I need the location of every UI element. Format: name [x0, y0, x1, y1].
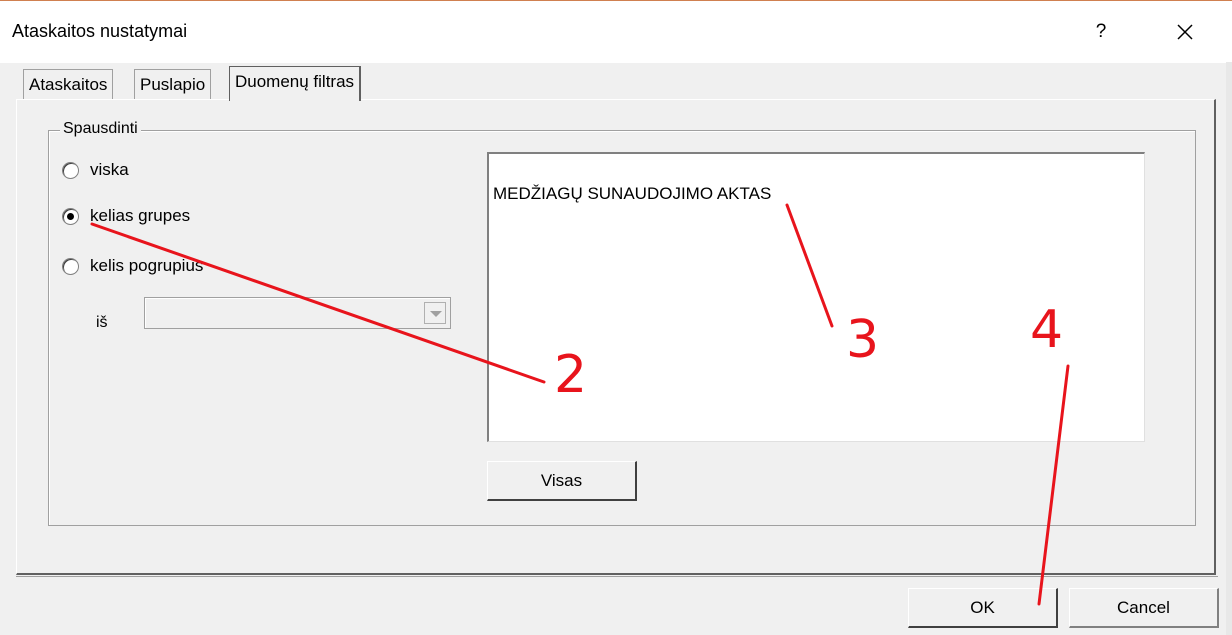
annotation-label-3: 3 — [846, 310, 880, 370]
help-button[interactable]: ? — [1086, 15, 1116, 49]
title-bar: Ataskaitos nustatymai ? — [0, 0, 1232, 63]
radio-kelis-pogrupius[interactable] — [62, 258, 79, 275]
radio-label-viska[interactable]: viska — [90, 160, 129, 180]
radio-selected-dot — [67, 213, 74, 220]
close-button[interactable] — [1170, 15, 1200, 49]
window-title: Ataskaitos nustatymai — [12, 21, 188, 41]
chevron-down-icon[interactable] — [424, 302, 446, 324]
tab-duomenu-filtras[interactable]: Duomenų filtras — [229, 66, 362, 101]
radio-kelias-grupes[interactable] — [62, 208, 79, 225]
annotation-label-2: 2 — [554, 345, 588, 405]
divider — [16, 576, 1218, 577]
from-label: iš — [96, 314, 108, 331]
radio-label-kelis-pogrupius[interactable]: kelis pogrupius — [90, 256, 203, 276]
select-all-button[interactable]: Visas — [487, 461, 637, 501]
tab-ataskaitos[interactable]: Ataskaitos — [23, 69, 114, 99]
list-item[interactable]: MEDŽIAGŲ SUNAUDOJIMO AKTAS — [493, 184, 771, 204]
annotation-label-4: 4 — [1030, 300, 1064, 360]
from-combobox[interactable] — [144, 297, 451, 329]
groupbox-legend: Spausdinti — [60, 120, 141, 138]
cancel-button[interactable]: Cancel — [1069, 588, 1219, 628]
window-edge — [1226, 62, 1232, 635]
radio-label-kelias-grupes[interactable]: kelias grupes — [90, 206, 190, 226]
close-icon — [1177, 24, 1193, 40]
tab-puslapio[interactable]: Puslapio — [134, 69, 212, 99]
ok-button[interactable]: OK — [908, 588, 1058, 628]
radio-viska[interactable] — [62, 162, 79, 179]
